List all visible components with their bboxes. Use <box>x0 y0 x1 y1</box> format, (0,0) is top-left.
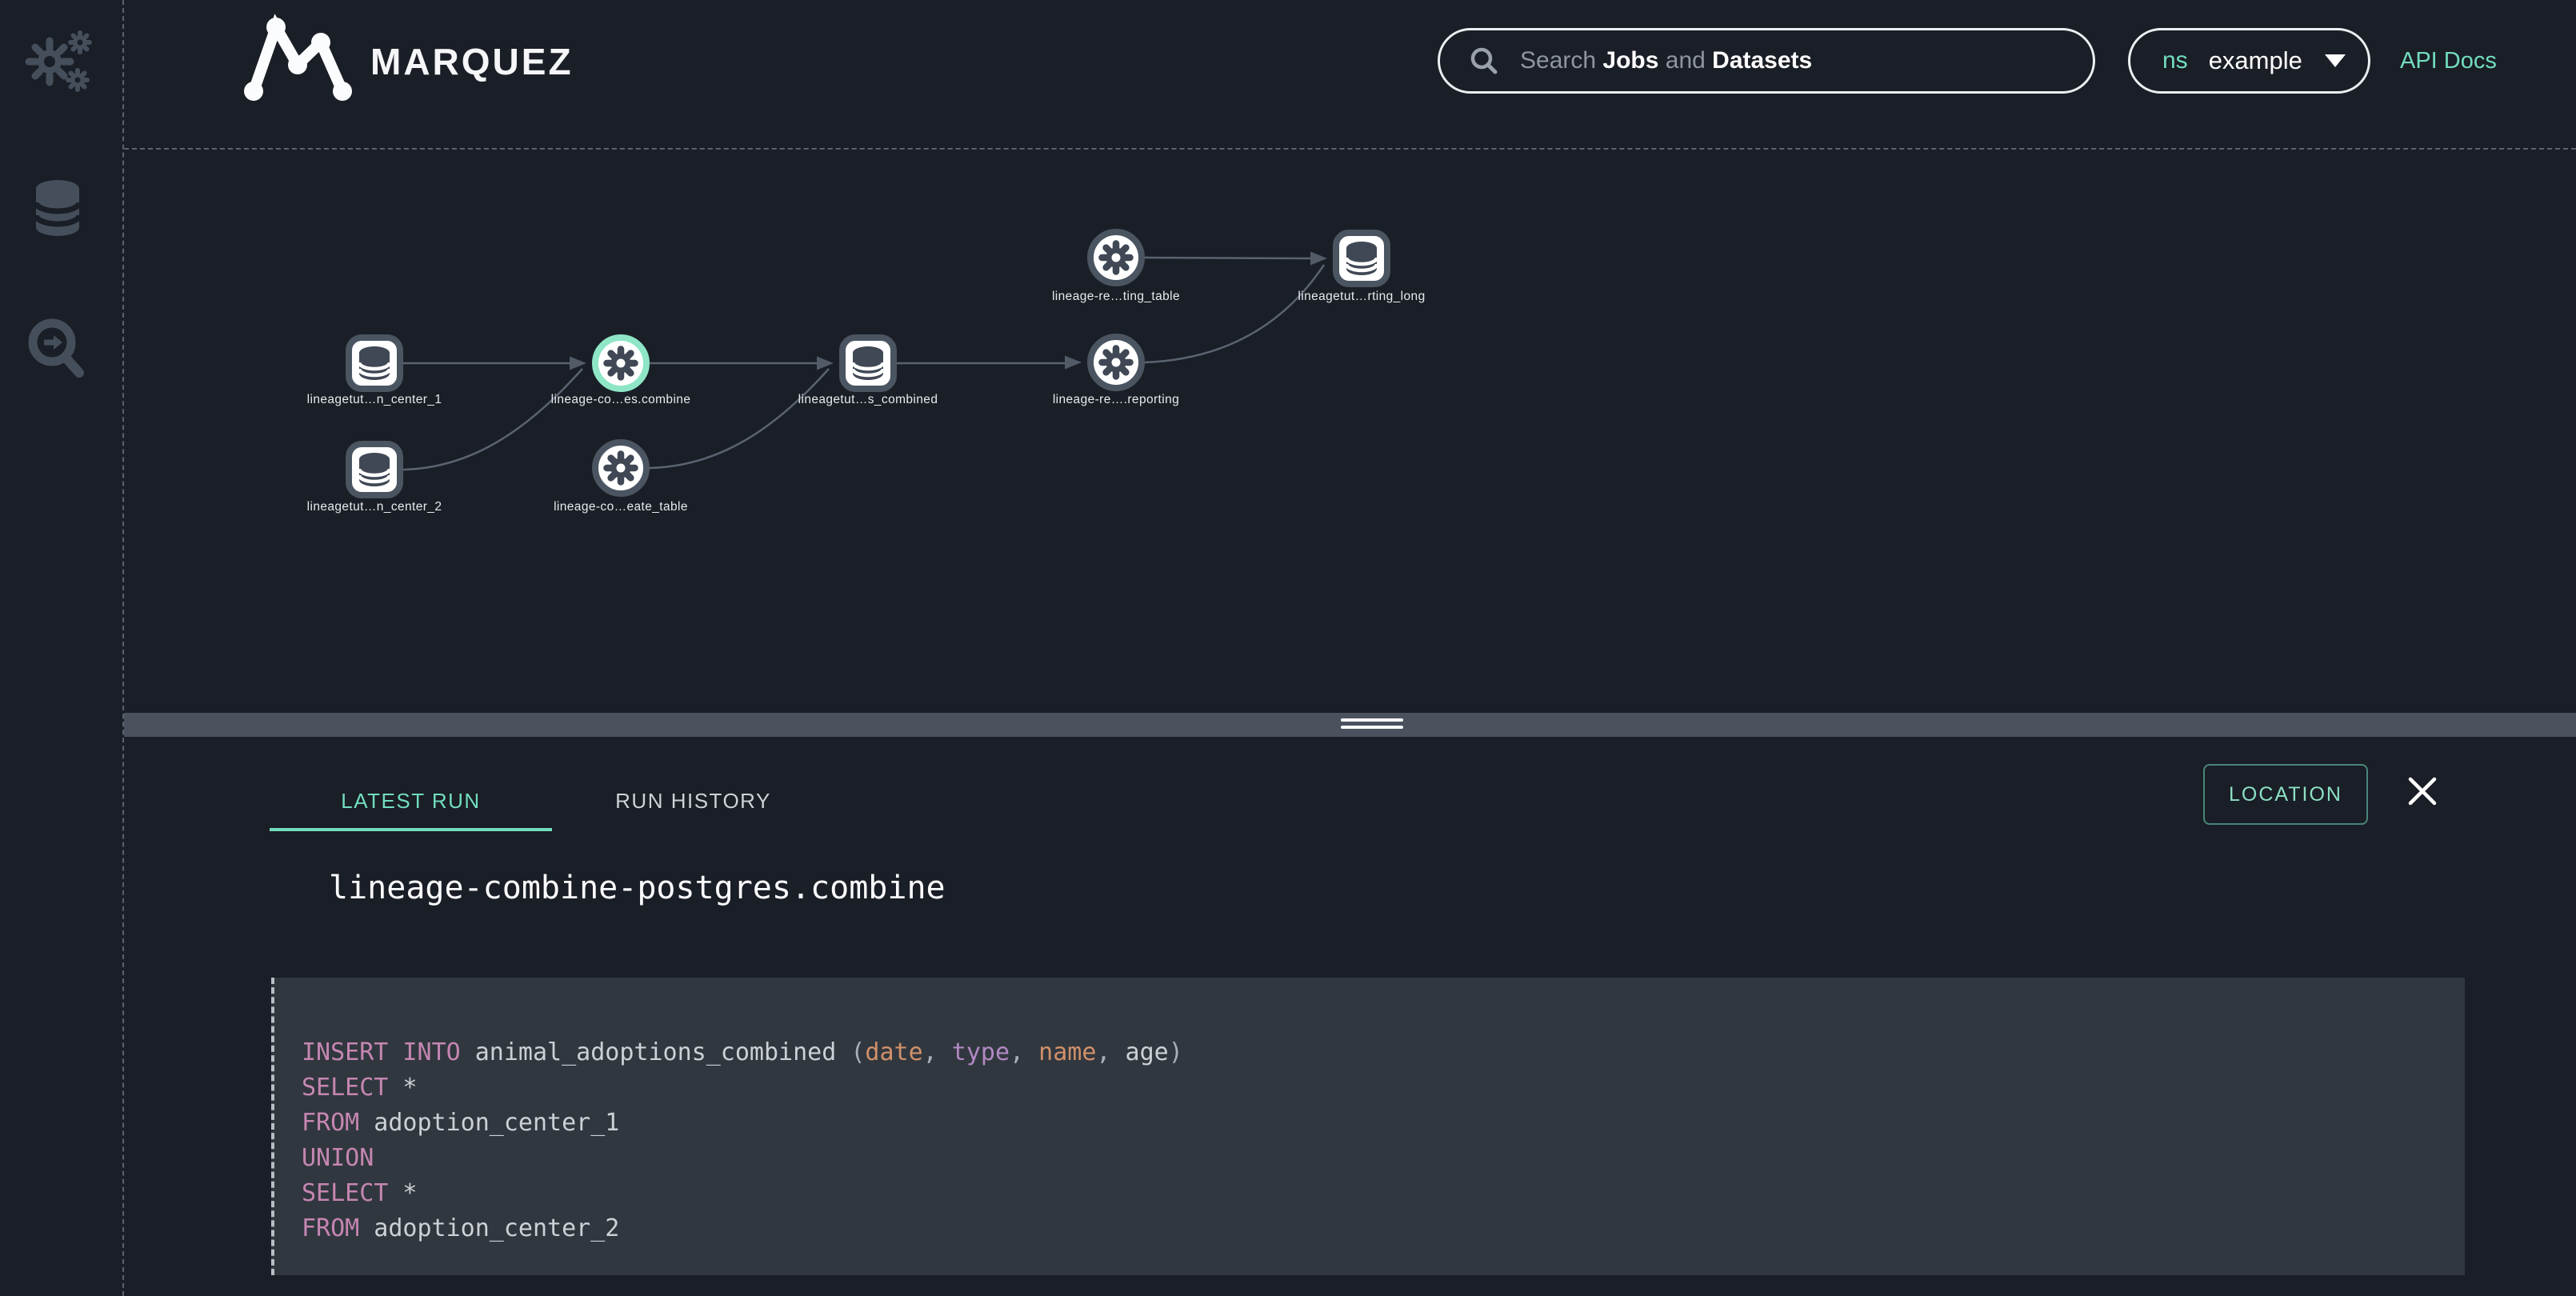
sidebar-item-jobs[interactable] <box>10 18 106 106</box>
job-node-reporting[interactable]: lineage-re….reporting <box>1053 337 1179 406</box>
job-gear-icon <box>1102 244 1130 272</box>
namespace-prefix: ns <box>2162 47 2188 74</box>
code-token: date <box>865 1038 922 1066</box>
search-icon <box>1469 46 1499 76</box>
code-token: type <box>952 1038 1010 1066</box>
sql-line: INSERT INTO animal_adoptions_combined (d… <box>302 1035 2465 1070</box>
dataset-node-adoption-center-1[interactable]: lineagetut…n_center_1 <box>307 338 442 406</box>
dataset-icon <box>359 453 390 486</box>
sidebar <box>0 0 124 1296</box>
node-label: lineagetut…n_center_2 <box>307 500 442 514</box>
splitter-handle[interactable] <box>1341 718 1403 731</box>
code-token: age <box>1126 1038 1169 1066</box>
job-title: lineage-combine-postgres.combine <box>329 870 946 906</box>
node-label: lineage-re…ting_table <box>1052 290 1180 303</box>
app-header: MARQUEZ Search Jobs and Datasets ns exam… <box>124 0 2576 150</box>
close-panel-button[interactable] <box>2404 774 2441 810</box>
close-icon <box>2406 774 2439 808</box>
namespace-value: example <box>2209 46 2302 75</box>
code-token: FROM <box>302 1109 359 1137</box>
code-token: UNION <box>302 1144 374 1172</box>
search-input[interactable]: Search Jobs and Datasets <box>1438 28 2095 94</box>
node-label: lineagetut…rting_long <box>1298 290 1425 303</box>
chevron-down-icon <box>2325 54 2346 67</box>
code-token: INSERT INTO <box>302 1038 461 1066</box>
lineage-graph: lineagetut…n_center_1 lineage-co…es.comb… <box>124 150 2576 713</box>
job-gear-icon <box>1102 349 1130 377</box>
node-label: lineage-co…es.combine <box>551 393 691 406</box>
arrowhead-icon <box>570 357 586 370</box>
edge-reporting-to-long <box>1145 265 1324 362</box>
sql-line: FROM adoption_center_2 <box>302 1211 2465 1246</box>
panel-tabs: LATEST RUN RUN HISTORY <box>270 771 834 831</box>
tab-run-history[interactable]: RUN HISTORY <box>552 771 834 831</box>
code-token: , <box>1096 1038 1125 1066</box>
node-label: lineagetut…n_center_1 <box>307 393 442 406</box>
job-node-create-table[interactable]: lineage-co…eate_table <box>554 442 688 514</box>
code-token: SELECT <box>302 1074 388 1102</box>
brand-title: MARQUEZ <box>370 40 574 83</box>
arrowhead-icon <box>1310 252 1327 266</box>
location-button[interactable]: LOCATION <box>2203 764 2368 825</box>
code-token: , <box>1010 1038 1038 1066</box>
gears-icon <box>21 30 94 94</box>
dataset-icon <box>853 346 883 380</box>
code-token: , <box>923 1038 952 1066</box>
api-docs-link[interactable]: API Docs <box>2400 48 2497 74</box>
code-token: name <box>1038 1038 1096 1066</box>
node-label: lineage-re….reporting <box>1053 393 1179 406</box>
job-node-combine[interactable]: lineage-co…es.combine <box>551 338 691 406</box>
sql-line: SELECT * <box>302 1070 2465 1106</box>
job-node-reporting-table[interactable]: lineage-re…ting_table <box>1052 232 1180 303</box>
code-token: * <box>388 1074 417 1102</box>
arrowhead-icon <box>1065 356 1082 370</box>
code-token: ) <box>1169 1038 1183 1066</box>
sidebar-item-lineage-search[interactable] <box>10 306 106 394</box>
arrowhead-icon <box>817 357 834 370</box>
dataset-node-adoptions-combined[interactable]: lineagetut…s_combined <box>798 338 938 406</box>
sql-code-block: INSERT INTO animal_adoptions_combined (d… <box>271 978 2465 1275</box>
edge-createtable-to-combined <box>650 369 829 468</box>
panel-resize-splitter[interactable] <box>124 713 2576 737</box>
sidebar-item-datasets[interactable] <box>10 164 106 252</box>
job-detail-panel: LATEST RUN RUN HISTORY LOCATION lineage-… <box>124 737 2576 1296</box>
code-token: adoption_center_1 <box>359 1109 619 1137</box>
dataset-node-adoption-center-2[interactable]: lineagetut…n_center_2 <box>307 444 442 514</box>
code-token: animal_adoptions_combined <box>461 1038 851 1066</box>
sql-line: SELECT * <box>302 1176 2465 1211</box>
job-gear-icon <box>607 454 635 482</box>
edge-center2-to-combine <box>403 369 582 470</box>
node-label: lineagetut…s_combined <box>798 393 938 406</box>
job-gear-icon <box>607 350 635 378</box>
search-arrow-icon <box>26 318 89 381</box>
node-label: lineage-co…eate_table <box>554 500 688 514</box>
code-token: adoption_center_2 <box>359 1214 619 1242</box>
code-token: * <box>388 1179 417 1207</box>
database-icon <box>30 178 86 238</box>
tab-latest-run[interactable]: LATEST RUN <box>270 771 552 831</box>
sql-line: UNION <box>302 1141 2465 1176</box>
dataset-icon <box>359 346 390 380</box>
namespace-select[interactable]: ns example <box>2128 28 2370 94</box>
sql-line: FROM adoption_center_1 <box>302 1106 2465 1141</box>
search-placeholder: Search Jobs and Datasets <box>1520 47 1812 74</box>
code-token: SELECT <box>302 1179 388 1207</box>
dataset-icon <box>1346 242 1377 275</box>
code-token: FROM <box>302 1214 359 1242</box>
dataset-node-reporting-long[interactable]: lineagetut…rting_long <box>1298 233 1425 303</box>
marquez-logo-icon <box>240 6 357 104</box>
code-token: ( <box>850 1038 865 1066</box>
